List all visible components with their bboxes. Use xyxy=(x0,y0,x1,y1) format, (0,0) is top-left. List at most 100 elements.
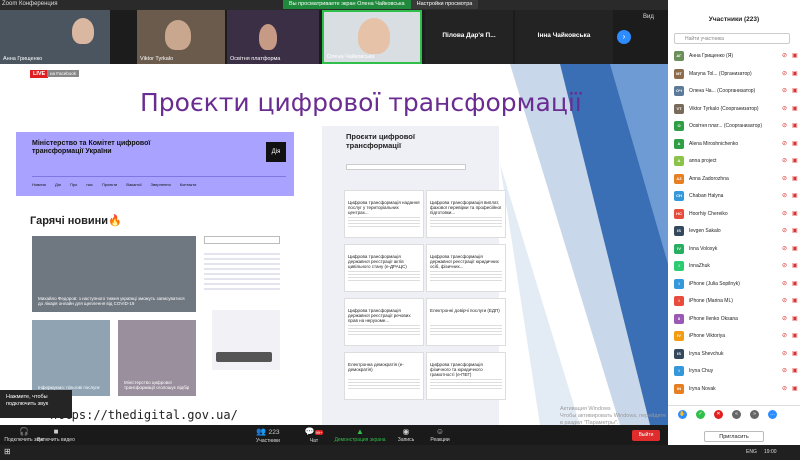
participant-row[interactable]: IV Inna Voloxyk ⊘ ▣ xyxy=(674,242,798,257)
camera-off-icon[interactable]: ▣ xyxy=(792,350,798,357)
leave-button[interactable]: Выйти xyxy=(632,430,660,441)
windows-activation-watermark: Активация Windows Чтобы активировать Win… xyxy=(560,406,668,425)
mic-muted-icon[interactable]: ⊘ xyxy=(782,140,787,147)
video-tile[interactable]: Viktor Tyrkalo xyxy=(137,10,225,64)
mic-muted-icon[interactable]: ⊘ xyxy=(782,385,787,392)
news-caption: Міністерство цифрової трансформації огол… xyxy=(124,380,190,390)
invite-button[interactable]: Пригласить xyxy=(704,431,764,442)
camera-off-icon[interactable]: ▣ xyxy=(792,297,798,304)
chevron-right-icon[interactable]: › xyxy=(617,30,631,44)
camera-off-icon[interactable]: ▣ xyxy=(792,175,798,182)
participant-row[interactable]: IN Iryna Novak ⊘ ▣ xyxy=(674,382,798,397)
participant-row[interactable]: IV iPhone Viktoriya ⊘ ▣ xyxy=(674,329,798,344)
keyboard-language[interactable]: ENG xyxy=(746,449,757,455)
camera-off-icon[interactable]: ▣ xyxy=(792,245,798,252)
camera-off-icon[interactable]: ▣ xyxy=(792,385,798,392)
raise-hand-icon[interactable]: ✋ xyxy=(678,410,687,419)
name-only-tile[interactable]: Пілова Дар'я П... xyxy=(425,10,513,64)
video-tile[interactable]: Освітня платформа xyxy=(227,10,319,64)
camera-off-icon[interactable]: ▣ xyxy=(792,157,798,164)
mic-muted-icon[interactable]: ⊘ xyxy=(782,367,787,374)
camera-off-icon[interactable]: ▣ xyxy=(792,332,798,339)
clock[interactable]: 19:00 xyxy=(764,449,777,455)
mic-muted-icon[interactable]: ⊘ xyxy=(782,280,787,287)
camera-off-icon[interactable]: ▣ xyxy=(792,87,798,94)
mic-muted-icon[interactable]: ⊘ xyxy=(782,227,787,234)
participant-row[interactable]: О Освітня плат... (Соорганизатор) ⊘ ▣ xyxy=(674,119,798,134)
participant-name: Анна Грищенко (Я) xyxy=(689,53,733,59)
participant-row[interactable]: AZ Anna Zadorozhna ⊘ ▣ xyxy=(674,172,798,187)
mic-muted-icon[interactable]: ⊘ xyxy=(782,192,787,199)
camera-off-icon[interactable]: ▣ xyxy=(792,227,798,234)
camera-off-icon[interactable]: ▣ xyxy=(792,210,798,217)
mic-muted-icon[interactable]: ⊘ xyxy=(782,157,787,164)
camera-off-icon[interactable]: ▣ xyxy=(792,140,798,147)
mic-muted-icon[interactable]: ⊘ xyxy=(782,245,787,252)
site-nav: Новини Дія Про нас Проекти Вакансії Звер… xyxy=(32,182,197,187)
name-only-tile[interactable]: Інна Чайковська xyxy=(515,10,613,64)
participant-row[interactable]: IS Ievgen Sakalo ⊘ ▣ xyxy=(674,224,798,239)
mic-muted-icon[interactable]: ⊘ xyxy=(782,315,787,322)
avatar: АГ xyxy=(674,51,684,61)
mic-muted-icon[interactable]: ⊘ xyxy=(782,52,787,59)
mic-muted-icon[interactable]: ⊘ xyxy=(782,175,787,182)
subscribe-button xyxy=(216,352,272,362)
participant-row[interactable]: MT Maryna Tol... (Организатор) ⊘ ▣ xyxy=(674,67,798,82)
windows-taskbar: ⊞ ENG 19:00 xyxy=(0,445,800,460)
reactions-button[interactable]: ☺ Реакции xyxy=(410,425,470,443)
participant-row[interactable]: HC Hoorhiy Chereiko ⊘ ▣ xyxy=(674,207,798,222)
camera-off-icon[interactable]: ▣ xyxy=(792,122,798,129)
participant-row[interactable]: ОЧ Олена Ча... (Соорганизатор) ⊘ ▣ xyxy=(674,84,798,99)
avatar: A xyxy=(674,156,684,166)
participant-row[interactable]: A Alena Miroshnichenko ⊘ ▣ xyxy=(674,137,798,152)
view-button[interactable]: Вид xyxy=(643,14,654,20)
project-card: Цифрова трансформація фізичного та юриди… xyxy=(426,352,506,400)
mic-muted-icon[interactable]: ⊘ xyxy=(782,332,787,339)
more-icon[interactable]: … xyxy=(768,410,777,419)
participant-row[interactable]: I InnaZhuk ⊘ ▣ xyxy=(674,259,798,274)
camera-off-icon[interactable]: ▣ xyxy=(792,105,798,112)
mic-muted-icon[interactable]: ⊘ xyxy=(782,262,787,269)
mic-muted-icon[interactable]: ⊘ xyxy=(782,105,787,112)
mic-muted-icon[interactable]: ⊘ xyxy=(782,122,787,129)
participant-row[interactable]: I Iryna Chuy ⊘ ▣ xyxy=(674,364,798,379)
participant-row[interactable]: CH Chaban Halyna ⊘ ▣ xyxy=(674,189,798,204)
windows-start-icon[interactable]: ⊞ xyxy=(4,447,11,456)
card-text xyxy=(430,377,502,389)
avatar: О xyxy=(674,121,684,131)
avatar: IN xyxy=(674,383,684,394)
join-audio-notice[interactable]: Нажмите, чтобы подключить звук xyxy=(0,390,72,418)
slow-down-icon[interactable]: « xyxy=(732,410,741,419)
mic-muted-icon[interactable]: ⊘ xyxy=(782,350,787,357)
camera-off-icon[interactable]: ▣ xyxy=(792,262,798,269)
camera-off-icon[interactable]: ▣ xyxy=(792,52,798,59)
no-icon[interactable]: ✕ xyxy=(714,410,723,419)
participant-row[interactable]: II iPhone Ilenko Oksana ⊘ ▣ xyxy=(674,312,798,327)
mic-muted-icon[interactable]: ⊘ xyxy=(782,210,787,217)
camera-off-icon[interactable]: ▣ xyxy=(792,280,798,287)
participant-row[interactable]: АГ Анна Грищенко (Я) ⊘ ▣ xyxy=(674,49,798,64)
participant-row[interactable]: IiPhone (Julia Sopilnyk) ⊘ ▣ xyxy=(674,277,798,292)
participant-search-input[interactable]: Найти участника xyxy=(674,33,790,44)
mic-muted-icon[interactable]: ⊘ xyxy=(782,70,787,77)
video-tile-active[interactable]: Олена Чайковська xyxy=(322,10,422,64)
avatar: I xyxy=(674,278,684,289)
video-tile-name: Viktor Tyrkalo xyxy=(140,56,174,62)
camera-off-icon[interactable]: ▣ xyxy=(792,315,798,322)
name-tile-label: Інна Чайковська xyxy=(537,32,591,39)
start-video-button[interactable]: ■ Включить видео xyxy=(26,425,86,443)
participant-row[interactable]: Aanna project ⊘ ▣ xyxy=(674,154,798,169)
view-options-button[interactable]: Настройки просмотра xyxy=(410,0,479,9)
video-tile[interactable]: Анна Грищенко xyxy=(0,10,110,64)
camera-off-icon[interactable]: ▣ xyxy=(792,367,798,374)
avatar: A xyxy=(674,138,684,149)
mic-muted-icon[interactable]: ⊘ xyxy=(782,297,787,304)
mic-muted-icon[interactable]: ⊘ xyxy=(782,87,787,94)
speed-up-icon[interactable]: » xyxy=(750,410,759,419)
participant-row[interactable]: IiPhone (Marina ML) ⊘ ▣ xyxy=(674,294,798,309)
participant-row[interactable]: IS Iryna Shevchuk ⊘ ▣ xyxy=(674,347,798,362)
camera-off-icon[interactable]: ▣ xyxy=(792,70,798,77)
camera-off-icon[interactable]: ▣ xyxy=(792,192,798,199)
participant-row[interactable]: VT Viktor Tyrkalo (Соорганизатор) ⊘ ▣ xyxy=(674,102,798,117)
yes-icon[interactable]: ✓ xyxy=(696,410,705,419)
